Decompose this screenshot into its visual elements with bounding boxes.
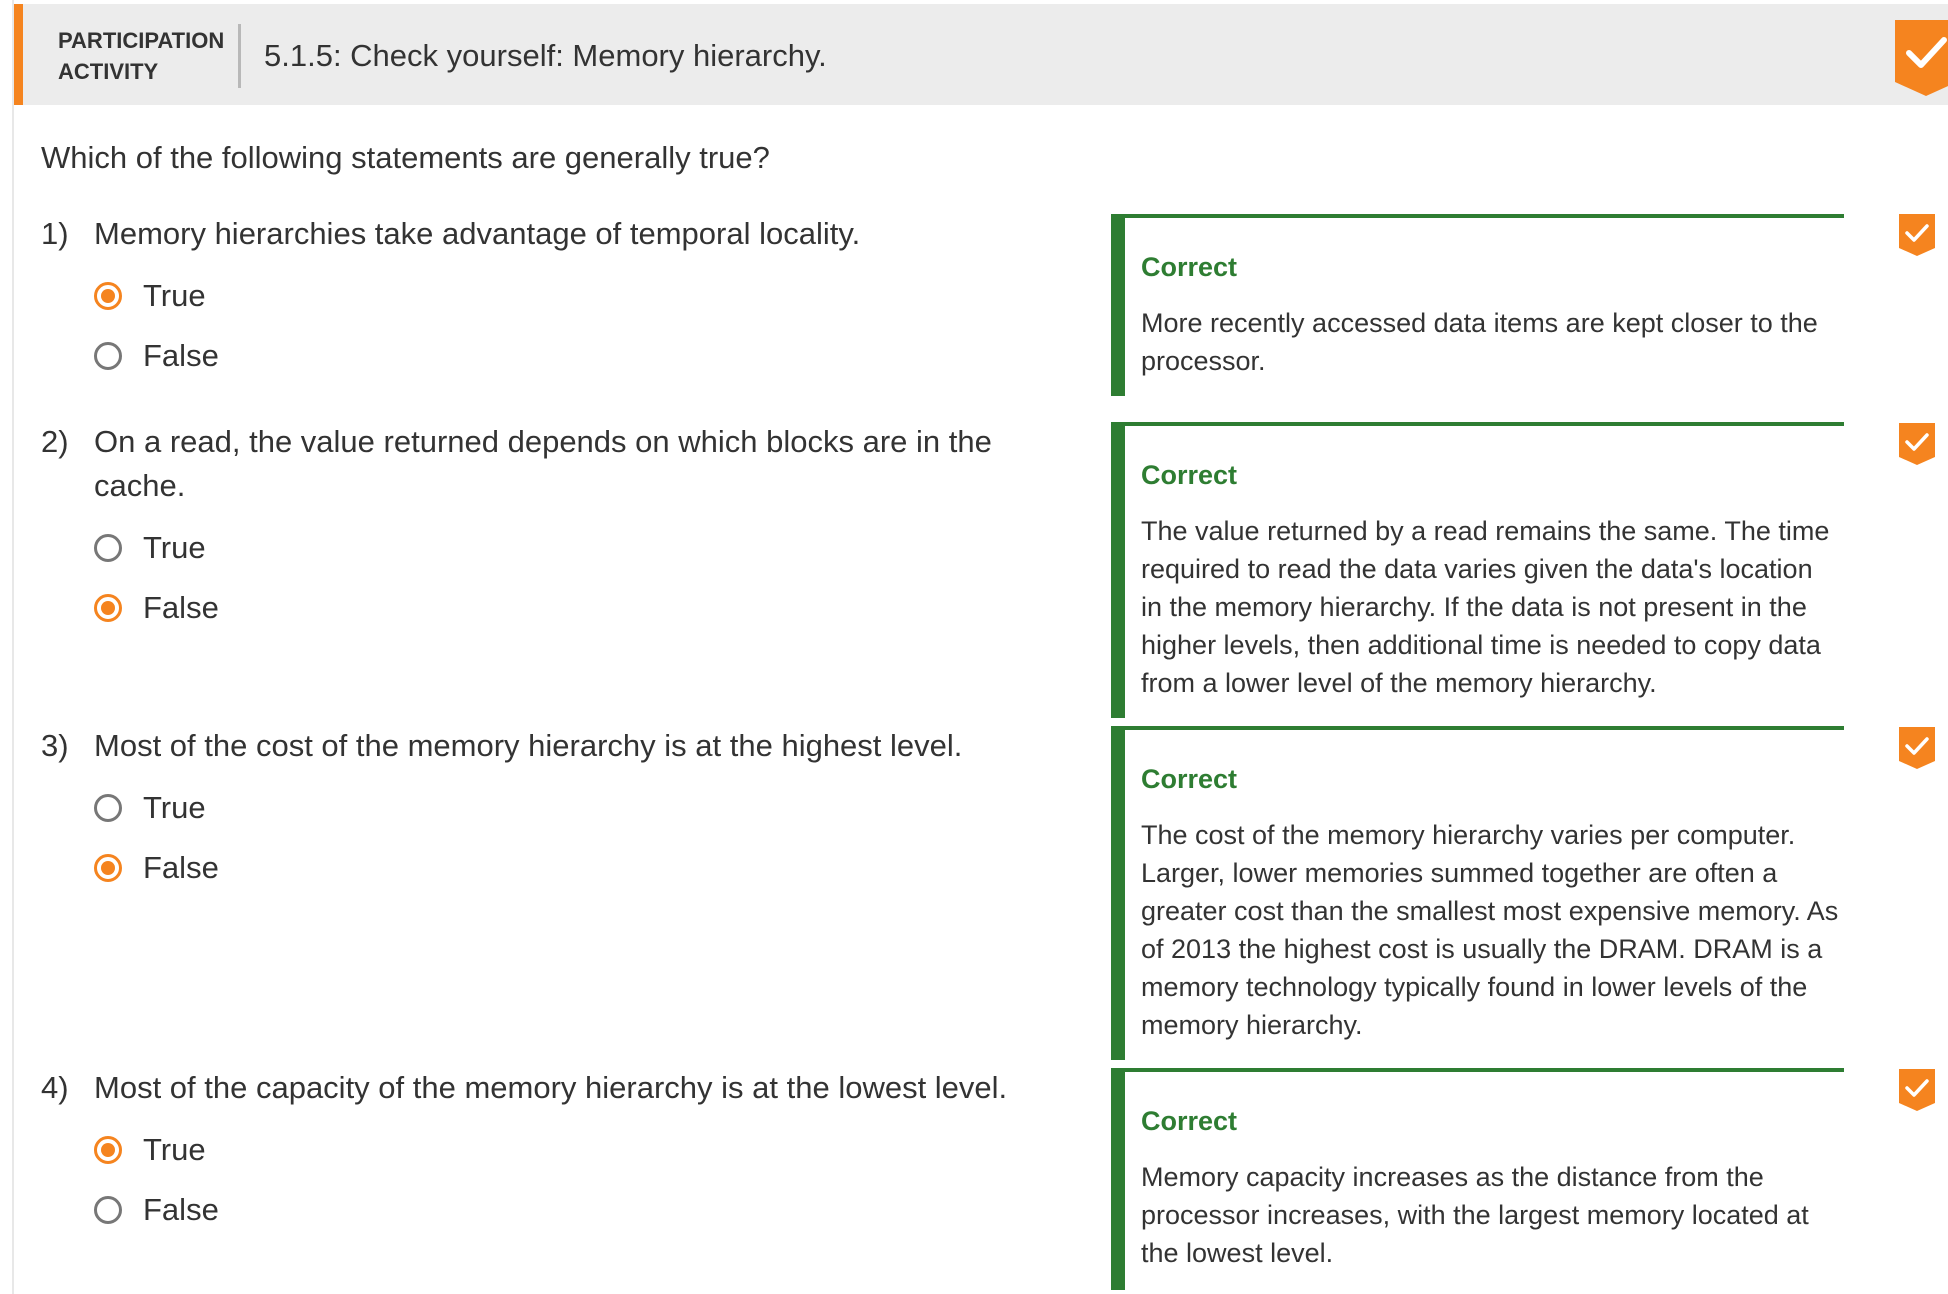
option-false[interactable]: False bbox=[94, 588, 219, 628]
feedback-text: The value returned by a read remains the… bbox=[1141, 516, 1830, 698]
feedback-text: The cost of the memory hierarchy varies … bbox=[1141, 820, 1839, 1040]
activity-type-line2: ACTIVITY bbox=[58, 59, 159, 84]
activity-title: 5.1.5: Check yourself: Memory hierarchy. bbox=[264, 38, 827, 73]
option-false[interactable]: False bbox=[94, 336, 219, 376]
radio-button[interactable] bbox=[94, 794, 122, 822]
question-complete-checkmark-icon bbox=[1899, 1069, 1935, 1111]
completion-checkmark-icon bbox=[1895, 20, 1948, 96]
option-true[interactable]: True bbox=[94, 788, 206, 828]
radio-button-selected[interactable] bbox=[94, 282, 122, 310]
option-false[interactable]: False bbox=[94, 1190, 219, 1230]
question-number: 2) bbox=[41, 424, 69, 459]
question-text: Most of the capacity of the memory hiera… bbox=[94, 1070, 1008, 1105]
option-label: True bbox=[143, 530, 206, 565]
option-label: False bbox=[143, 1192, 219, 1227]
feedback-text: Memory capacity increases as the distanc… bbox=[1141, 1162, 1809, 1268]
radio-button[interactable] bbox=[94, 1196, 122, 1224]
radio-button[interactable] bbox=[94, 534, 122, 562]
radio-button-selected[interactable] bbox=[94, 594, 122, 622]
question-text: Memory hierarchies take advantage of tem… bbox=[94, 216, 861, 251]
header-divider bbox=[238, 24, 241, 88]
option-label: True bbox=[143, 790, 206, 825]
activity-type-label: PARTICIPATION ACTIVITY bbox=[58, 25, 228, 87]
option-false[interactable]: False bbox=[94, 848, 219, 888]
question-number: 4) bbox=[41, 1070, 69, 1105]
feedback-text: More recently accessed data items are ke… bbox=[1141, 308, 1818, 376]
question-number: 3) bbox=[41, 728, 69, 763]
radio-button[interactable] bbox=[94, 342, 122, 370]
feedback-panel: Correct The cost of the memory hierarchy… bbox=[1111, 726, 1844, 1060]
question-text: Most of the cost of the memory hierarchy… bbox=[94, 728, 963, 763]
participation-activity: PARTICIPATION ACTIVITY 5.1.5: Check your… bbox=[12, 0, 1948, 1294]
instruction-text: Which of the following statements are ge… bbox=[41, 140, 770, 175]
feedback-title: Correct bbox=[1141, 1106, 1238, 1136]
option-true[interactable]: True bbox=[94, 528, 206, 568]
question-text: On a read, the value returned depends on… bbox=[94, 424, 992, 503]
feedback-panel: Correct Memory capacity increases as the… bbox=[1111, 1068, 1844, 1290]
feedback-title: Correct bbox=[1141, 252, 1238, 282]
question-complete-checkmark-icon bbox=[1899, 214, 1935, 256]
question-complete-checkmark-icon bbox=[1899, 727, 1935, 769]
option-true[interactable]: True bbox=[94, 276, 206, 316]
option-label: False bbox=[143, 338, 219, 373]
feedback-title: Correct bbox=[1141, 460, 1238, 490]
question-number: 1) bbox=[41, 216, 69, 251]
radio-button-selected[interactable] bbox=[94, 854, 122, 882]
option-label: False bbox=[143, 850, 219, 885]
option-label: True bbox=[143, 1132, 206, 1167]
option-true[interactable]: True bbox=[94, 1130, 206, 1170]
option-label: True bbox=[143, 278, 206, 313]
activity-header: PARTICIPATION ACTIVITY 5.1.5: Check your… bbox=[14, 4, 1948, 105]
activity-type-line1: PARTICIPATION bbox=[58, 28, 225, 53]
question-complete-checkmark-icon bbox=[1899, 423, 1935, 465]
feedback-panel: Correct More recently accessed data item… bbox=[1111, 214, 1844, 396]
option-label: False bbox=[143, 590, 219, 625]
radio-button-selected[interactable] bbox=[94, 1136, 122, 1164]
feedback-panel: Correct The value returned by a read rem… bbox=[1111, 422, 1844, 718]
feedback-title: Correct bbox=[1141, 764, 1238, 794]
